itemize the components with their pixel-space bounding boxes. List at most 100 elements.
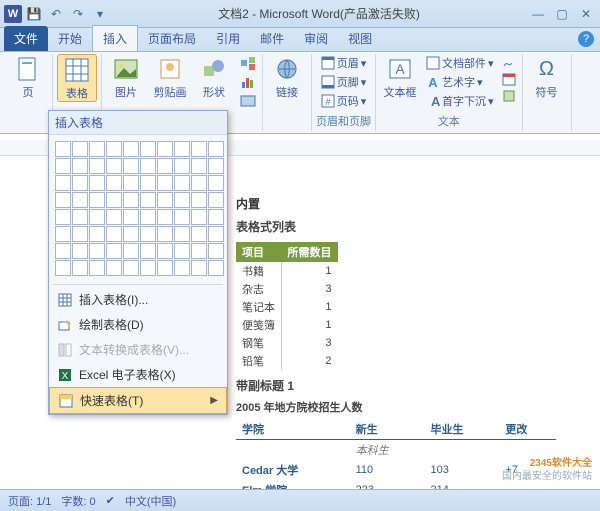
- grid-cell[interactable]: [55, 158, 71, 174]
- grid-cell[interactable]: [208, 243, 224, 259]
- grid-cell[interactable]: [140, 260, 156, 276]
- help-icon[interactable]: ?: [578, 31, 594, 47]
- undo-icon[interactable]: ↶: [46, 4, 66, 24]
- grid-cell[interactable]: [157, 192, 173, 208]
- minimize-icon[interactable]: —: [528, 7, 548, 21]
- grid-cell[interactable]: [55, 175, 71, 191]
- grid-cell[interactable]: [89, 260, 105, 276]
- link-button[interactable]: 链接: [267, 54, 307, 100]
- grid-cell[interactable]: [55, 209, 71, 225]
- close-icon[interactable]: ✕: [576, 7, 596, 21]
- tab-home[interactable]: 开始: [48, 26, 92, 51]
- grid-cell[interactable]: [157, 158, 173, 174]
- grid-cell[interactable]: [123, 192, 139, 208]
- grid-cell[interactable]: [89, 175, 105, 191]
- grid-cell[interactable]: [106, 243, 122, 259]
- status-page[interactable]: 页面: 1/1: [8, 493, 51, 509]
- tab-references[interactable]: 引用: [206, 26, 250, 51]
- grid-cell[interactable]: [123, 226, 139, 242]
- grid-cell[interactable]: [174, 158, 190, 174]
- grid-cell[interactable]: [208, 226, 224, 242]
- footer-button[interactable]: 页脚▾: [319, 73, 369, 91]
- grid-cell[interactable]: [72, 158, 88, 174]
- maximize-icon[interactable]: ▢: [552, 7, 572, 21]
- grid-cell[interactable]: [55, 192, 71, 208]
- menu-quick-tables[interactable]: 快速表格(T)▶: [49, 387, 227, 414]
- grid-cell[interactable]: [157, 141, 173, 157]
- grid-cell[interactable]: [123, 158, 139, 174]
- object-button[interactable]: [500, 88, 518, 104]
- grid-cell[interactable]: [89, 209, 105, 225]
- grid-cell[interactable]: [106, 260, 122, 276]
- grid-cell[interactable]: [191, 260, 207, 276]
- grid-cell[interactable]: [140, 209, 156, 225]
- grid-cell[interactable]: [157, 209, 173, 225]
- picture-button[interactable]: 图片: [106, 54, 146, 100]
- page-button[interactable]: 页: [8, 54, 48, 100]
- grid-cell[interactable]: [174, 141, 190, 157]
- grid-cell[interactable]: [72, 192, 88, 208]
- grid-cell[interactable]: [106, 192, 122, 208]
- grid-cell[interactable]: [208, 141, 224, 157]
- pagenum-button[interactable]: #页码▾: [319, 92, 369, 110]
- save-icon[interactable]: 💾: [24, 4, 44, 24]
- grid-cell[interactable]: [157, 175, 173, 191]
- grid-cell[interactable]: [72, 209, 88, 225]
- sample-table-1[interactable]: 项目所需数目 书籍1杂志3笔记本1便笺簿1钢笔3铅笔2: [236, 242, 338, 370]
- tab-file[interactable]: 文件: [4, 26, 48, 51]
- menu-insert-table[interactable]: 插入表格(I)...: [49, 287, 227, 312]
- grid-cell[interactable]: [191, 226, 207, 242]
- grid-cell[interactable]: [106, 226, 122, 242]
- dropcap-button[interactable]: A首字下沉▾: [424, 92, 496, 110]
- grid-cell[interactable]: [89, 141, 105, 157]
- grid-cell[interactable]: [106, 158, 122, 174]
- grid-cell[interactable]: [55, 141, 71, 157]
- tab-view[interactable]: 视图: [338, 26, 382, 51]
- grid-cell[interactable]: [55, 243, 71, 259]
- menu-draw-table[interactable]: 绘制表格(D): [49, 312, 227, 337]
- wordart-button[interactable]: A艺术字▾: [424, 73, 496, 91]
- grid-cell[interactable]: [174, 243, 190, 259]
- table-button[interactable]: 表格: [57, 54, 97, 102]
- grid-cell[interactable]: [72, 260, 88, 276]
- tab-mailings[interactable]: 邮件: [250, 26, 294, 51]
- grid-cell[interactable]: [208, 158, 224, 174]
- grid-cell[interactable]: [191, 243, 207, 259]
- textbox-button[interactable]: A文本框: [380, 54, 420, 100]
- grid-cell[interactable]: [123, 260, 139, 276]
- grid-cell[interactable]: [123, 209, 139, 225]
- grid-cell[interactable]: [55, 226, 71, 242]
- grid-cell[interactable]: [106, 175, 122, 191]
- grid-cell[interactable]: [191, 175, 207, 191]
- grid-cell[interactable]: [89, 158, 105, 174]
- grid-cell[interactable]: [191, 141, 207, 157]
- grid-cell[interactable]: [208, 209, 224, 225]
- grid-cell[interactable]: [123, 175, 139, 191]
- chart-button[interactable]: [238, 73, 258, 91]
- grid-cell[interactable]: [174, 192, 190, 208]
- grid-cell[interactable]: [208, 192, 224, 208]
- sig-button[interactable]: [500, 54, 518, 70]
- grid-cell[interactable]: [140, 175, 156, 191]
- grid-cell[interactable]: [157, 226, 173, 242]
- grid-cell[interactable]: [157, 243, 173, 259]
- parts-button[interactable]: 文档部件▾: [424, 54, 496, 72]
- shapes-button[interactable]: 形状: [194, 54, 234, 100]
- grid-cell[interactable]: [191, 158, 207, 174]
- grid-cell[interactable]: [208, 175, 224, 191]
- grid-cell[interactable]: [123, 141, 139, 157]
- grid-cell[interactable]: [140, 158, 156, 174]
- grid-cell[interactable]: [72, 243, 88, 259]
- grid-cell[interactable]: [89, 226, 105, 242]
- qat-dropdown-icon[interactable]: ▾: [90, 4, 110, 24]
- date-button[interactable]: [500, 71, 518, 87]
- tab-layout[interactable]: 页面布局: [138, 26, 206, 51]
- grid-cell[interactable]: [140, 226, 156, 242]
- grid-cell[interactable]: [72, 226, 88, 242]
- status-words[interactable]: 字数: 0: [61, 493, 95, 509]
- header-button[interactable]: 页眉▾: [319, 54, 369, 72]
- grid-cell[interactable]: [174, 260, 190, 276]
- smartart-button[interactable]: [238, 54, 258, 72]
- grid-cell[interactable]: [174, 175, 190, 191]
- grid-cell[interactable]: [140, 192, 156, 208]
